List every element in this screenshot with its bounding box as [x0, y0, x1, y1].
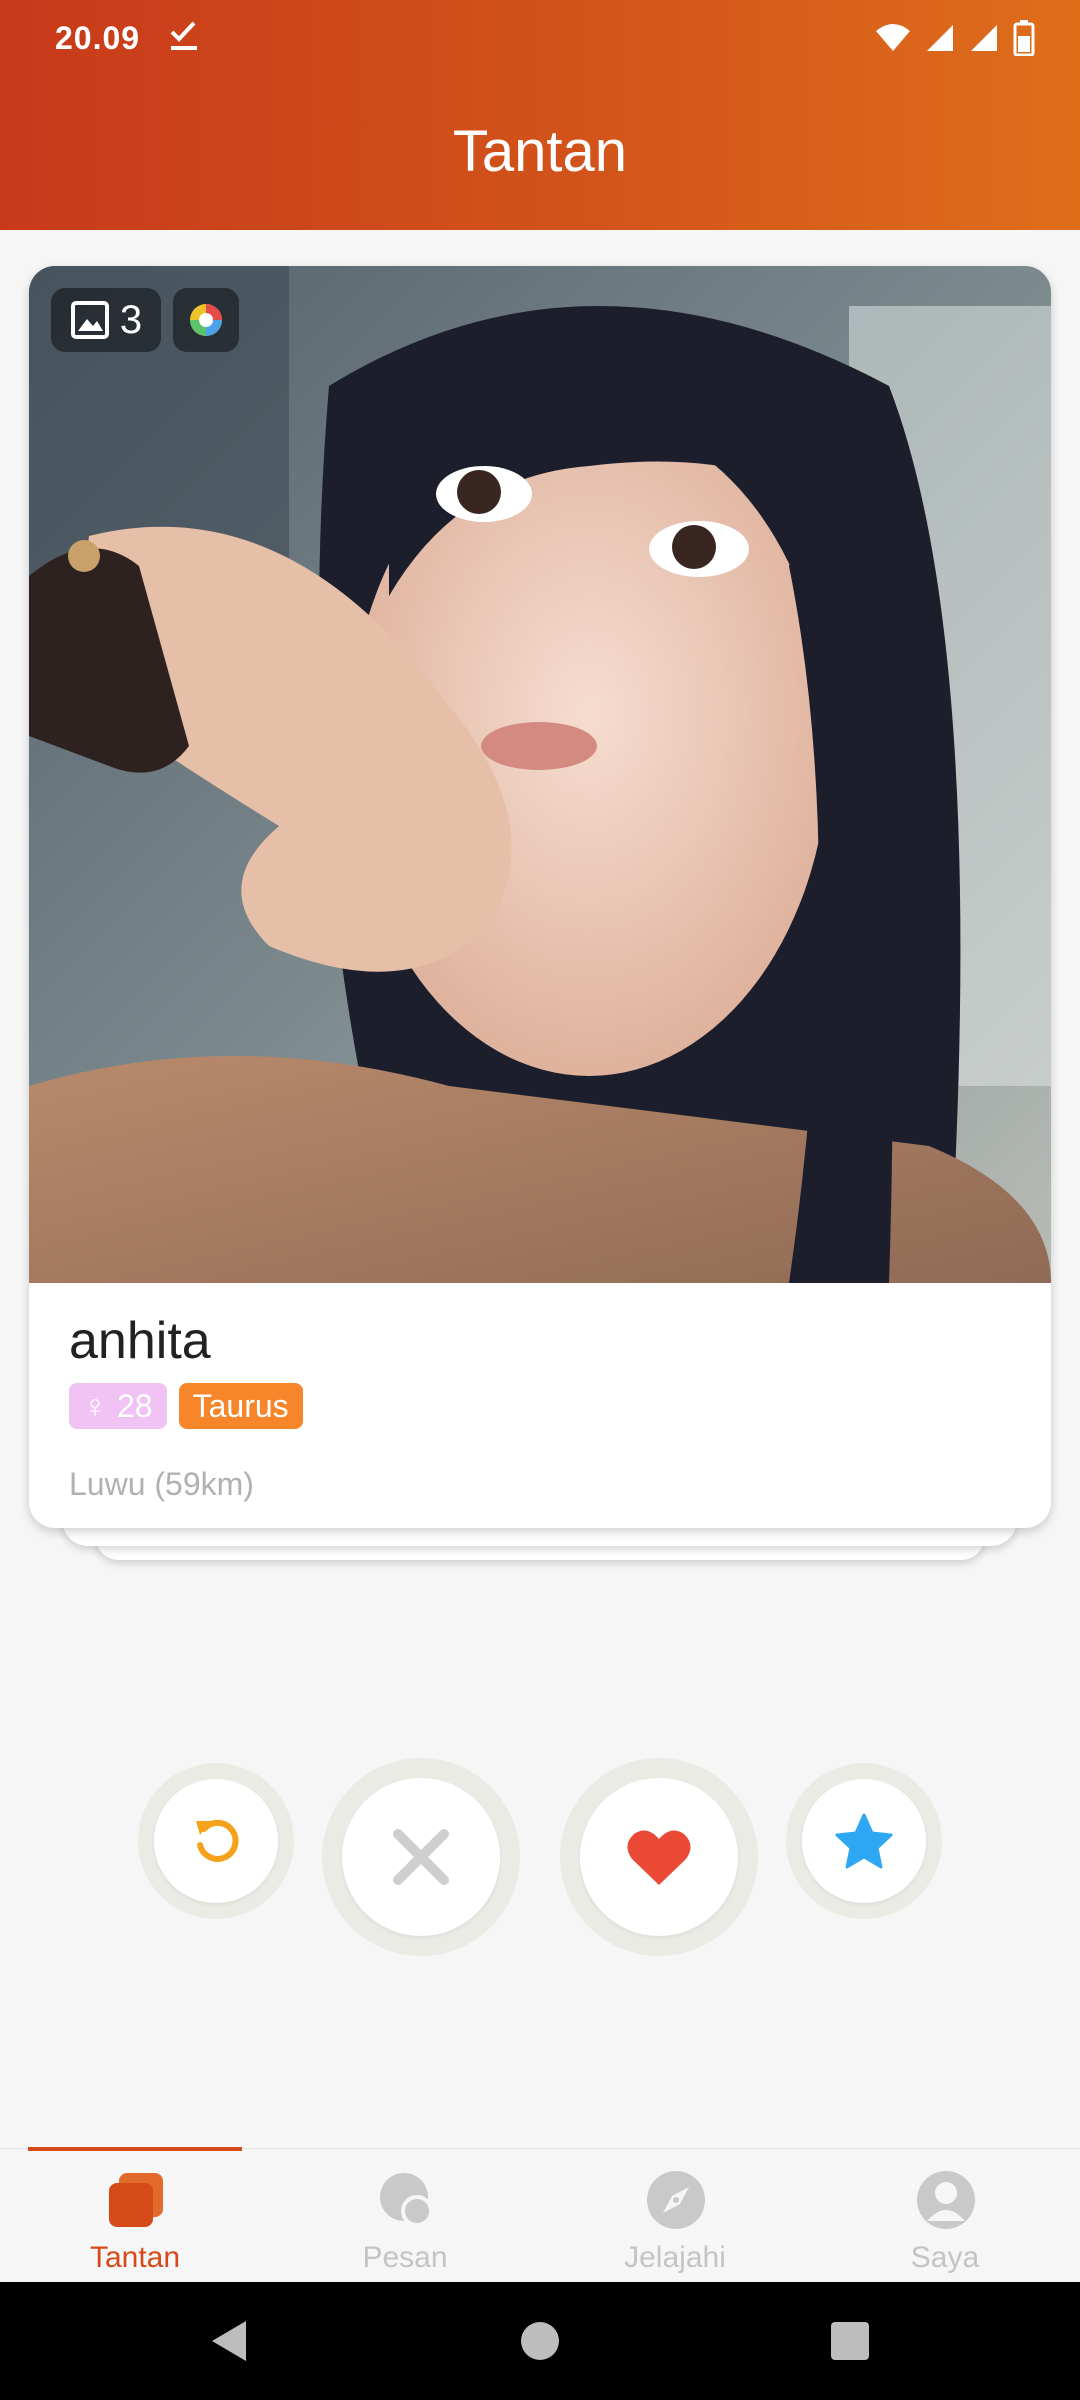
- profile-name: anhita: [69, 1312, 211, 1370]
- signal-icon: [971, 25, 997, 51]
- female-icon: ♀: [83, 1387, 107, 1424]
- super-like-button[interactable]: [786, 1763, 942, 1919]
- profile-tags: ♀ 28 Taurus: [69, 1383, 303, 1429]
- tab-label: Saya: [910, 2241, 980, 2274]
- app-header: 20.09 Tantan: [0, 0, 1080, 230]
- system-back-button[interactable]: [190, 2282, 270, 2400]
- person-icon: [917, 2171, 975, 2229]
- rewind-button[interactable]: [138, 1763, 294, 1919]
- system-home-button[interactable]: [500, 2282, 580, 2400]
- home-circle-icon: [521, 2322, 559, 2360]
- compass-icon: [647, 2171, 705, 2229]
- status-icons: [875, 20, 1035, 56]
- rewind-button-face: [154, 1779, 278, 1903]
- close-icon: [393, 1829, 449, 1885]
- like-button-face: [580, 1778, 738, 1936]
- tab-pesan[interactable]: Pesan: [270, 2149, 540, 2283]
- tab-label: Jelajahi: [624, 2241, 726, 2274]
- nope-button[interactable]: [322, 1758, 520, 1956]
- zodiac-tag: Taurus: [178, 1383, 303, 1429]
- system-recents-button[interactable]: [810, 2282, 890, 2400]
- star-icon: [835, 1813, 893, 1869]
- rewind-icon: [196, 1819, 239, 1862]
- heart-icon: [627, 1830, 691, 1885]
- profile-photo[interactable]: 3: [29, 266, 1051, 1283]
- tab-label: Tantan: [89, 2241, 181, 2274]
- back-triangle-icon: [212, 2321, 246, 2361]
- tab-saya[interactable]: Saya: [810, 2149, 1080, 2283]
- like-button[interactable]: [560, 1758, 758, 1956]
- color-wheel-icon: [190, 304, 222, 336]
- status-bar: 20.09: [0, 0, 1080, 80]
- profile-info: anhita ♀ 28 Taurus Luwu (59km): [29, 1283, 1051, 1528]
- app-screen: 20.09 Tantan 3 anhita ♀ 28 Taurus Luwu (…: [0, 0, 1080, 2400]
- download-done-icon: [170, 21, 197, 50]
- status-time: 20.09: [55, 20, 141, 56]
- photo-count-badge: 3: [51, 288, 161, 352]
- tab-label: Pesan: [362, 2241, 448, 2274]
- super-like-button-face: [802, 1779, 926, 1903]
- tab-tantan[interactable]: Tantan: [0, 2149, 270, 2283]
- profile-photo-illustration: [29, 266, 1051, 1283]
- page-title: Tantan: [452, 119, 628, 184]
- age-label: 28: [117, 1387, 153, 1424]
- location-label: Luwu (59km): [69, 1466, 254, 1502]
- battery-icon: [1013, 20, 1035, 56]
- image-icon: [70, 301, 109, 339]
- color-wheel-badge[interactable]: [173, 288, 239, 352]
- cards-icon: [109, 2173, 163, 2227]
- tab-jelajahi[interactable]: Jelajahi: [540, 2149, 810, 2283]
- recents-square-icon: [831, 2322, 869, 2360]
- nope-button-face: [342, 1778, 500, 1936]
- wifi-icon: [876, 24, 910, 51]
- bottom-navigation: Tantan Pesan Jelajahi Saya: [0, 2147, 1080, 2283]
- system-navigation-bar: [0, 2282, 1080, 2400]
- photo-count: 3: [119, 297, 143, 342]
- gender-age-tag: ♀ 28: [69, 1383, 167, 1429]
- profile-card[interactable]: 3 anhita ♀ 28 Taurus Luwu (59km): [29, 266, 1051, 1528]
- signal-icon: [927, 25, 953, 51]
- chat-bubbles-icon: [380, 2173, 433, 2227]
